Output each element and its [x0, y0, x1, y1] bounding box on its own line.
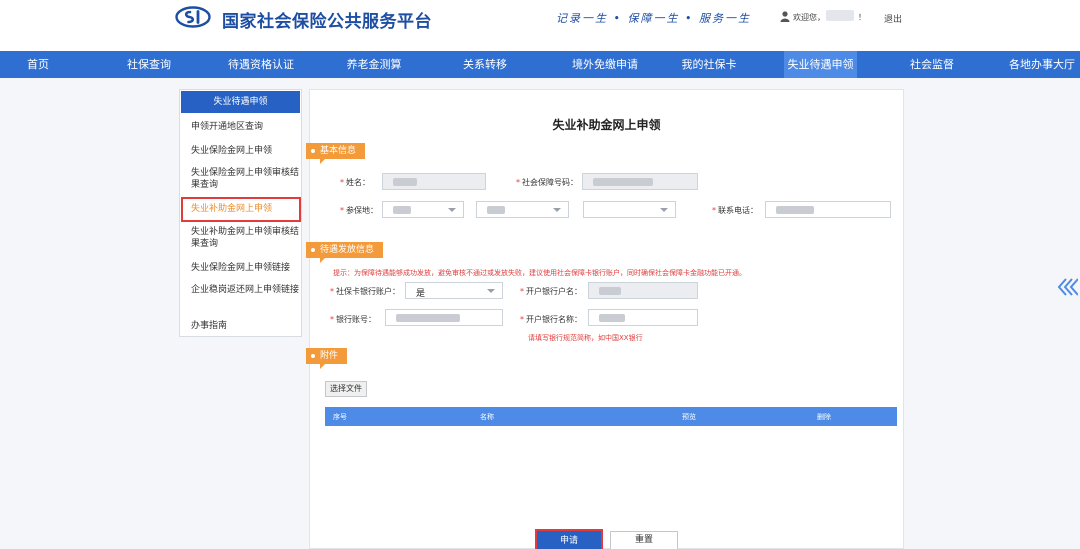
bank-account-label: * 银行账号：: [330, 315, 376, 324]
col-index: 序号: [333, 413, 347, 421]
account-holder-label: * 开户银行户名：: [520, 287, 582, 296]
nav-item-unemployment[interactable]: 失业待遇申领: [784, 51, 857, 78]
phone-label: * 联系电话：: [712, 206, 758, 215]
nav-item-service-hall[interactable]: 各地办事大厅: [998, 51, 1080, 78]
application-form: 失业补助金网上申领 基本信息 * 姓名： * 社会保障号码： * 参保地： * 联系电话…: [306, 89, 904, 549]
sidebar-item-ui-subsidy-apply[interactable]: 失业补助金网上申领: [191, 203, 299, 215]
sidebar-item-job-stabilization-link[interactable]: 企业稳岗返还网上申领链接: [191, 284, 299, 296]
ss-number-label: * 社会保障号码：: [516, 178, 578, 187]
main-nav: 首页 社保查询 待遇资格认证 养老金测算 关系转移 境外免缴申请 我的社保卡 失…: [0, 51, 1080, 78]
insured-place-label: * 参保地：: [340, 206, 378, 215]
insured-province-select[interactable]: [382, 201, 464, 218]
username-masked: [826, 10, 854, 21]
nav-item-transfer[interactable]: 关系转移: [440, 51, 530, 78]
nav-item-my-card[interactable]: 我的社保卡: [665, 51, 753, 78]
site-header: 国家社会保险公共服务平台 记录一生 • 保障一生 • 服务一生 欢迎您， ！ 退…: [0, 0, 1080, 51]
chevron-down-icon: [553, 208, 561, 212]
user-icon: [780, 11, 790, 22]
ss-number-field: [582, 173, 698, 190]
section-basic-info: 基本信息: [306, 143, 366, 164]
chevron-down-icon: [660, 208, 668, 212]
bank-name-label: * 开户银行名称：: [520, 315, 582, 324]
sidebar-item-ui-benefit-apply[interactable]: 失业保险金网上申领: [191, 145, 299, 157]
nav-item-supervision[interactable]: 社会监督: [888, 51, 976, 78]
sidebar-item-open-regions[interactable]: 申领开通地区查询: [191, 121, 299, 133]
bank-account-input[interactable]: [385, 309, 503, 326]
double-chevron-left-icon[interactable]: [1056, 277, 1078, 297]
choose-file-button[interactable]: 选择文件: [325, 381, 367, 397]
name-label: * 姓名：: [340, 178, 370, 187]
logout-link[interactable]: 退出: [884, 12, 902, 25]
welcome-text: 欢迎您，: [793, 13, 825, 22]
sidebar-item-guide[interactable]: 办事指南: [191, 320, 299, 332]
account-holder-field: [588, 282, 698, 299]
chevron-down-icon: [448, 208, 456, 212]
col-delete: 删除: [817, 413, 831, 421]
social-security-logo-icon[interactable]: [175, 6, 211, 28]
reset-button[interactable]: 重置: [610, 531, 678, 549]
bank-name-input[interactable]: [588, 309, 698, 326]
sidebar: 失业待遇申领 申领开通地区查询 失业保险金网上申领 失业保险金网上申领审核结果查…: [179, 89, 302, 337]
section-attachment: 附件: [306, 348, 348, 369]
sidebar-item-ui-benefit-link[interactable]: 失业保险金网上申领链接: [191, 262, 299, 274]
slogan: 记录一生 • 保障一生 • 服务一生: [556, 12, 751, 25]
sidebar-title: 失业待遇申领: [181, 91, 300, 113]
chevron-down-icon: [487, 289, 495, 293]
welcome-exclaim: ！: [858, 13, 866, 22]
section-payment-info: 待遇发放信息: [306, 242, 384, 263]
nav-item-overseas-exempt[interactable]: 境外免缴申请: [553, 51, 657, 78]
insured-city-select[interactable]: [476, 201, 569, 218]
nav-item-home[interactable]: 首页: [0, 51, 76, 78]
sidebar-item-ui-benefit-result[interactable]: 失业保险金网上申领审核结果查询: [191, 167, 299, 191]
apply-button[interactable]: 申请: [535, 529, 603, 549]
col-preview: 预览: [682, 413, 696, 421]
col-name: 名称: [480, 413, 494, 421]
payment-tip: 提示：为保障待遇能够成功发放，避免审核不通过或发放失败，建议使用社会保障卡银行账…: [333, 269, 746, 277]
insured-district-select[interactable]: [583, 201, 676, 218]
nav-item-qualification[interactable]: 待遇资格认证: [213, 51, 309, 78]
nav-item-pension-calc[interactable]: 养老金测算: [329, 51, 419, 78]
file-table-header: 序号 名称 预览 删除: [325, 407, 897, 426]
nav-item-query[interactable]: 社保查询: [108, 51, 190, 78]
bank-name-note: 请填写银行规范简称，如中国XX银行: [528, 334, 643, 342]
sidebar-item-ui-subsidy-result[interactable]: 失业补助金网上申领审核结果查询: [191, 226, 299, 250]
ss-card-account-label: * 社保卡银行账户：: [330, 287, 400, 296]
name-field: [382, 173, 486, 190]
site-title: 国家社会保险公共服务平台: [222, 12, 432, 32]
phone-input[interactable]: [765, 201, 891, 218]
ss-card-account-select[interactable]: 是: [405, 282, 503, 299]
form-title: 失业补助金网上申领: [552, 118, 661, 132]
